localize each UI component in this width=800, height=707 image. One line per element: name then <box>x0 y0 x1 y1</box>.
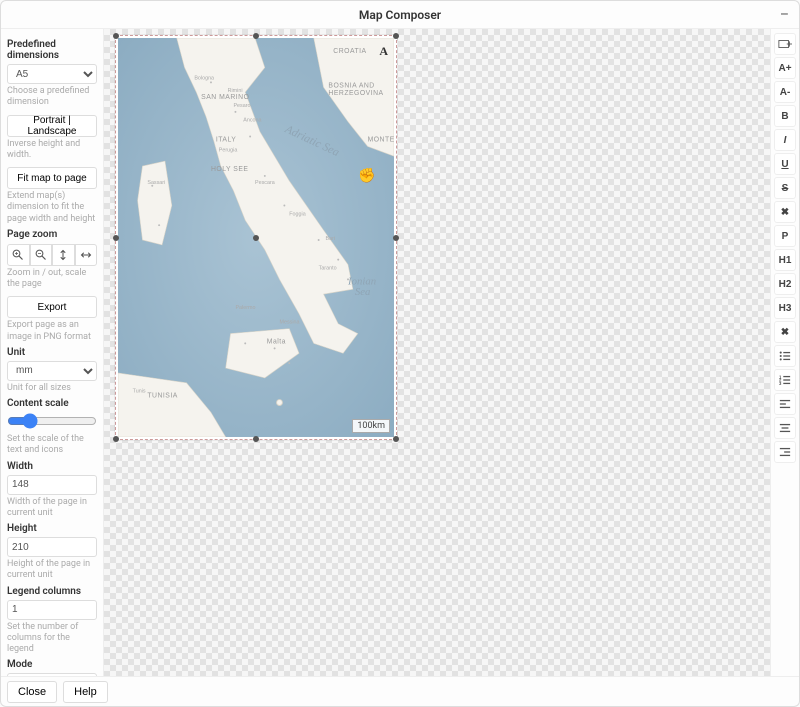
svg-text:ITALY: ITALY <box>216 136 236 143</box>
mode-label: Mode <box>7 659 97 670</box>
map-page[interactable]: Adriatic Sea IonianSea CROATIA BOSNIA AN… <box>115 35 397 440</box>
increase-font-button[interactable]: A+ <box>774 57 796 79</box>
svg-text:Messina: Messina <box>279 320 299 326</box>
svg-text:Foggia: Foggia <box>289 211 305 217</box>
heading-2-button[interactable]: H2 <box>774 273 796 295</box>
content-scale-slider[interactable] <box>7 413 97 429</box>
orientation-desc: Inverse height and width. <box>7 139 97 162</box>
svg-text:CROATIA: CROATIA <box>333 48 366 55</box>
page-zoom-desc: Zoom in / out, scale the page <box>7 268 97 291</box>
unit-desc: Unit for all sizes <box>7 383 97 394</box>
svg-text:Bari: Bari <box>325 236 335 242</box>
predefined-dimensions-select[interactable]: A5 <box>7 64 97 84</box>
bold-button[interactable]: B <box>774 105 796 127</box>
svg-text:Pesaro: Pesaro <box>233 103 250 109</box>
decrease-font-button[interactable]: A- <box>774 81 796 103</box>
remove-1-button[interactable]: ✖ <box>774 201 796 223</box>
width-input[interactable] <box>7 475 97 495</box>
strike-button[interactable]: S <box>774 177 796 199</box>
zoom-out-icon <box>35 249 47 261</box>
svg-text:Malta: Malta <box>267 338 286 345</box>
left-panel: Predefined dimensions A5 Choose a predef… <box>1 29 103 676</box>
legend-columns-input[interactable] <box>7 600 97 620</box>
window-title: Map Composer <box>359 8 441 22</box>
paragraph-button[interactable]: P <box>774 225 796 247</box>
canvas[interactable]: Adriatic Sea IonianSea CROATIA BOSNIA AN… <box>103 29 771 676</box>
unit-select[interactable]: mm <box>7 361 97 381</box>
export-desc: Export page as an image in PNG format <box>7 320 97 343</box>
right-toolbar: A+A-BIUS✖PH1H2H3✖123 <box>771 29 799 676</box>
align-center-button[interactable] <box>774 417 796 439</box>
svg-text:Sassari: Sassari <box>147 180 165 186</box>
height-desc: Height of the page in current unit <box>7 559 97 582</box>
fit-height-button[interactable] <box>52 244 75 266</box>
svg-text:Palermo: Palermo <box>235 305 255 311</box>
fit-width-icon <box>80 249 92 261</box>
align-left-button[interactable] <box>774 393 796 415</box>
fit-height-icon <box>57 249 69 261</box>
height-label: Height <box>7 523 97 534</box>
svg-text:MONTENE: MONTENE <box>368 136 394 143</box>
svg-text:Taranto: Taranto <box>319 266 337 272</box>
predefined-dimensions-desc: Choose a predefined dimension <box>7 86 97 109</box>
page-zoom-controls <box>7 244 97 266</box>
underline-button[interactable]: U <box>774 153 796 175</box>
help-button[interactable]: Help <box>63 681 108 703</box>
zoom-out-button[interactable] <box>30 244 53 266</box>
svg-text:SAN MARINO: SAN MARINO <box>201 94 249 101</box>
italic-button[interactable]: I <box>774 129 796 151</box>
add-map-button[interactable] <box>774 33 796 55</box>
svg-text:Perugia: Perugia <box>219 147 238 153</box>
remove-2-button[interactable]: ✖ <box>774 321 796 343</box>
minimize-button[interactable]: – <box>780 7 789 23</box>
page-zoom-label: Page zoom <box>7 229 97 240</box>
list-ol-button[interactable]: 123 <box>774 369 796 391</box>
svg-text:TUNISIA: TUNISIA <box>147 393 177 400</box>
svg-text:Tunis: Tunis <box>133 389 146 395</box>
width-label: Width <box>7 461 97 472</box>
zoom-in-button[interactable] <box>7 244 30 266</box>
orientation-toggle-button[interactable]: Portrait | Landscape <box>7 115 97 137</box>
titlebar: Map Composer – <box>1 1 799 29</box>
svg-text:Ancona: Ancona <box>243 118 261 124</box>
fit-map-button[interactable]: Fit map to page <box>7 167 97 189</box>
close-button[interactable]: Close <box>7 681 57 703</box>
svg-text:Pescara: Pescara <box>255 180 275 186</box>
legend-columns-label: Legend columns <box>7 586 97 597</box>
width-desc: Width of the page in current unit <box>7 497 97 520</box>
svg-text:Bologna: Bologna <box>194 75 214 81</box>
legend-columns-desc: Set the number of columns for the legend <box>7 622 97 656</box>
predefined-dimensions-label: Predefined dimensions <box>7 39 97 61</box>
zoom-in-icon <box>12 249 24 261</box>
compass-icon: A <box>379 44 388 59</box>
export-button[interactable]: Export <box>7 296 97 318</box>
scale-bar: 100km <box>352 419 390 433</box>
content-scale-desc: Set the scale of the text and icons <box>7 434 97 457</box>
heading-3-button[interactable]: H3 <box>774 297 796 319</box>
svg-text:HOLY SEE: HOLY SEE <box>211 166 248 173</box>
list-ul-button[interactable] <box>774 345 796 367</box>
height-input[interactable] <box>7 537 97 557</box>
footer: Close Help <box>1 676 799 706</box>
svg-text:3: 3 <box>779 381 782 386</box>
fit-map-desc: Extend map(s) dimension to fit the page … <box>7 191 97 225</box>
svg-text:Rimini: Rimini <box>228 88 243 94</box>
fit-width-button[interactable] <box>75 244 98 266</box>
align-right-button[interactable] <box>774 441 796 463</box>
content-scale-label: Content scale <box>7 398 97 409</box>
unit-label: Unit <box>7 347 97 358</box>
heading-1-button[interactable]: H1 <box>774 249 796 271</box>
